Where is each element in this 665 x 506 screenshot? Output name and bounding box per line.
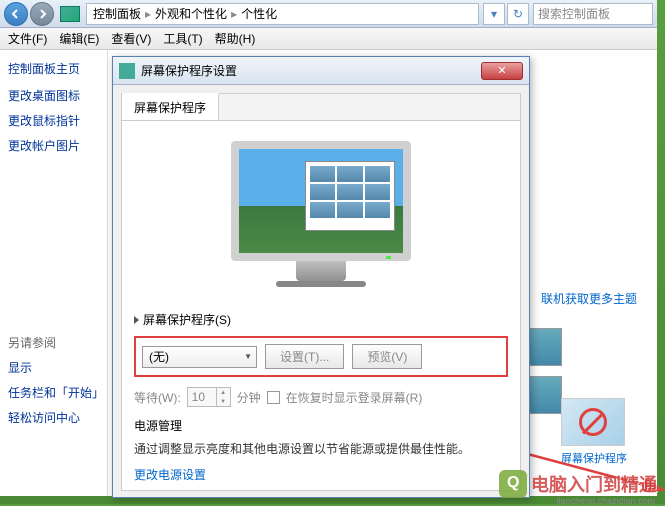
breadcrumb-separator: ▸	[145, 7, 151, 21]
online-themes-link[interactable]: 联机获取更多主题	[541, 292, 637, 306]
wait-value: 10	[192, 390, 205, 404]
change-power-settings-link[interactable]: 更改电源设置	[134, 468, 206, 482]
sidebar-link-desktop-icons[interactable]: 更改桌面图标	[8, 87, 99, 104]
watermark-icon	[499, 470, 527, 498]
breadcrumb-item[interactable]: 外观和个性化	[155, 5, 227, 22]
back-button[interactable]	[4, 2, 28, 26]
dropdown-value: (无)	[149, 348, 169, 365]
menu-edit[interactable]: 编辑(E)	[59, 30, 99, 47]
wait-minutes-input[interactable]: 10 ▲▼	[187, 387, 231, 407]
menu-tools[interactable]: 工具(T)	[163, 30, 202, 47]
resume-login-checkbox[interactable]	[267, 391, 280, 404]
wait-label: 等待(W):	[134, 389, 181, 406]
menu-view[interactable]: 查看(V)	[111, 30, 151, 47]
dialog-title: 屏幕保护程序设置	[141, 62, 481, 79]
monitor-preview	[221, 141, 421, 291]
close-button[interactable]: ✕	[481, 62, 523, 80]
resume-login-label: 在恢复时显示登录屏幕(R)	[286, 389, 423, 406]
watermark-text: 电脑入门到精通	[531, 471, 657, 497]
screensaver-dropdown[interactable]: (无)	[142, 346, 257, 368]
watermark-subtext: jiaocheng.chazidian.com	[556, 496, 655, 506]
titlebar: 控制面板 ▸ 外观和个性化 ▸ 个性化 ▾ ↻ 搜索控制面板	[0, 0, 657, 28]
dialog-titlebar[interactable]: 屏幕保护程序设置 ✕	[113, 57, 529, 85]
menu-help[interactable]: 帮助(H)	[215, 30, 256, 47]
screensaver-settings-dialog: 屏幕保护程序设置 ✕ 屏幕保护程序	[112, 56, 530, 498]
breadcrumb-item[interactable]: 控制面板	[93, 5, 141, 22]
search-placeholder: 搜索控制面板	[538, 5, 610, 22]
sidebar-link-mouse-pointers[interactable]: 更改鼠标指针	[8, 112, 99, 129]
menubar: 文件(F) 编辑(E) 查看(V) 工具(T) 帮助(H)	[0, 28, 657, 50]
sidebar-home[interactable]: 控制面板主页	[8, 60, 99, 77]
screensaver-section-label: 屏幕保护程序(S)	[134, 311, 508, 328]
forward-button[interactable]	[30, 2, 54, 26]
dropdown-history-button[interactable]: ▾	[483, 3, 505, 25]
tab-screensaver[interactable]: 屏幕保护程序	[122, 93, 219, 120]
sidebar-link-ease-access[interactable]: 轻松访问中心	[8, 409, 99, 426]
annotation-highlight-box: (无) 设置(T)... 预览(V)	[134, 336, 508, 377]
breadcrumb[interactable]: 控制面板 ▸ 外观和个性化 ▸ 个性化	[86, 3, 479, 25]
menu-file[interactable]: 文件(F)	[8, 30, 47, 47]
settings-button[interactable]: 设置(T)...	[265, 344, 344, 369]
sidebar: 控制面板主页 更改桌面图标 更改鼠标指针 更改帐户图片 另请参阅 显示 任务栏和…	[0, 50, 108, 496]
refresh-button[interactable]: ↻	[507, 3, 529, 25]
preview-button[interactable]: 预览(V)	[352, 344, 422, 369]
wait-unit: 分钟	[237, 389, 261, 406]
power-management-desc: 通过调整显示亮度和其他电源设置以节省能源或提供最佳性能。	[134, 440, 508, 458]
power-management-title: 电源管理	[134, 417, 508, 434]
sidebar-link-taskbar[interactable]: 任务栏和「开始」	[8, 384, 99, 401]
watermark: 电脑入门到精通	[499, 470, 657, 498]
tab-container: 屏幕保护程序	[121, 93, 521, 491]
breadcrumb-separator: ▸	[231, 7, 237, 21]
address-icon	[60, 6, 80, 22]
sidebar-link-account-picture[interactable]: 更改帐户图片	[8, 137, 99, 154]
sidebar-seealso-title: 另请参阅	[8, 334, 99, 351]
dialog-icon	[119, 63, 135, 79]
sidebar-link-display[interactable]: 显示	[8, 359, 99, 376]
breadcrumb-item[interactable]: 个性化	[241, 5, 277, 22]
search-input[interactable]: 搜索控制面板	[533, 3, 653, 25]
